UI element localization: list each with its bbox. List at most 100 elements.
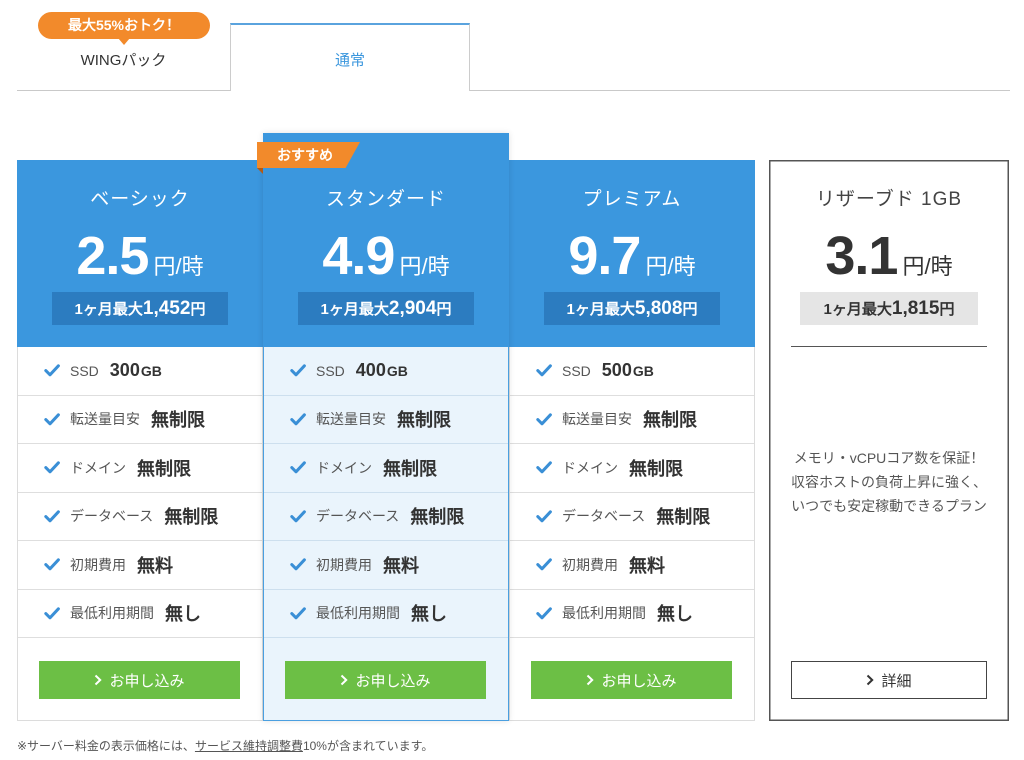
feature-value: 無制限 (643, 410, 697, 431)
check-icon (536, 558, 552, 571)
feature-row-transfer: 転送量目安 無制限 (264, 396, 508, 444)
plan-name: スタンダード (325, 189, 446, 210)
feature-label: ドメイン (70, 459, 126, 476)
feature-row-setup-fee: 初期費用 無料 (264, 541, 508, 590)
monthly-max-badge: 1ヶ月最大 5,808 円 (544, 292, 720, 325)
feature-label: 最低利用期間 (316, 605, 400, 622)
feature-label: 初期費用 (562, 556, 618, 573)
plan-card-standard: おすすめ スタンダード 4.9 円/時 1ヶ月最大 2,904 円 SSD 40… (257, 133, 509, 721)
monthly-suffix: 円 (939, 301, 955, 318)
plan-card-premium: プレミアム 9.7 円/時 1ヶ月最大 5,808 円 SSD 500 GB 転… (509, 160, 755, 721)
plan-header: リザーブド 1GB 3.1 円/時 1ヶ月最大 1,815 円 (769, 160, 1009, 347)
monthly-prefix: 1ヶ月最大 (566, 301, 635, 318)
plan-card-basic: ベーシック 2.5 円/時 1ヶ月最大 1,452 円 SSD 300 GB 転… (17, 160, 263, 721)
feature-list: SSD 400 GB 転送量目安 無制限 ドメイン 無制限 データベース 無制限 (264, 347, 508, 638)
apply-button[interactable]: お申し込み (39, 661, 240, 699)
feature-value: 300 (109, 360, 140, 381)
price: 4.9 円/時 (263, 228, 509, 284)
feature-row-transfer: 転送量目安 無制限 (510, 396, 754, 444)
apply-button[interactable]: お申し込み (285, 661, 486, 699)
feature-value: 400 (355, 360, 386, 381)
tab-normal[interactable]: 通常 (230, 23, 470, 91)
monthly-suffix: 円 (436, 301, 452, 318)
price-value: 3.1 (825, 226, 898, 286)
feature-unit: GB (632, 362, 654, 379)
feature-label: データベース (562, 508, 646, 525)
check-icon (44, 558, 60, 571)
apply-button-label: お申し込み (109, 672, 185, 690)
check-icon (536, 510, 552, 523)
tab-normal-label: 通常 (334, 51, 365, 69)
feature-row-domain: ドメイン 無制限 (18, 444, 262, 493)
feature-row-minimum-term: 最低利用期間 無し (18, 590, 262, 638)
price-footnote: ※サーバー料金の表示価格には、サービス維持調整費10%が含まれています。 (17, 738, 433, 754)
monthly-prefix: 1ヶ月最大 (823, 301, 892, 318)
feature-list: SSD 500 GB 転送量目安 無制限 ドメイン 無制限 データベース 無制限 (510, 347, 754, 638)
feature-value: 無制限 (629, 458, 683, 479)
feature-value: 無し (165, 604, 201, 625)
feature-unit: GB (140, 362, 162, 379)
plan-name: ベーシック (90, 189, 190, 210)
apply-button-label: お申し込み (601, 672, 677, 690)
feature-row-domain: ドメイン 無制限 (510, 444, 754, 493)
feature-label: ドメイン (316, 459, 372, 476)
check-icon (290, 510, 306, 523)
check-icon (290, 413, 306, 426)
service-fee-link[interactable]: サービス維持調整費 (195, 739, 303, 753)
feature-label: 転送量目安 (316, 411, 386, 428)
price: 2.5 円/時 (17, 228, 263, 284)
detail-button-label: 詳細 (881, 672, 912, 690)
feature-value: 無制限 (656, 507, 711, 528)
feature-label: SSD (562, 362, 591, 379)
feature-row-ssd: SSD 400 GB (264, 347, 508, 396)
feature-label: データベース (70, 508, 154, 525)
price-value: 9.7 (568, 226, 641, 286)
feature-label: SSD (70, 362, 99, 379)
price-value: 2.5 (76, 226, 149, 286)
feature-label: 初期費用 (316, 556, 372, 573)
check-icon (44, 607, 60, 620)
plan-header: プレミアム 9.7 円/時 1ヶ月最大 5,808 円 (509, 160, 755, 347)
check-icon (290, 558, 306, 571)
monthly-max-badge: 1ヶ月最大 1,452 円 (52, 292, 228, 325)
feature-value: 無制限 (383, 458, 437, 479)
apply-button[interactable]: お申し込み (531, 661, 732, 699)
price-unit: 円/時 (399, 254, 450, 279)
feature-value: 無し (411, 604, 447, 625)
plan-name: リザーブド 1GB (815, 189, 963, 210)
check-icon (44, 364, 60, 377)
feature-value: 無制限 (410, 507, 465, 528)
plan-name: プレミアム (582, 189, 682, 210)
chevron-right-icon (586, 674, 595, 686)
detail-button[interactable]: 詳細 (791, 661, 987, 699)
feature-list: SSD 300 GB 転送量目安 無制限 ドメイン 無制限 データベース 無制限 (18, 347, 262, 638)
price-value: 4.9 (322, 226, 395, 286)
feature-label: SSD (316, 362, 345, 379)
feature-value: 無料 (629, 555, 665, 576)
monthly-amount: 1,452 (142, 298, 191, 319)
recommended-ribbon: おすすめ (257, 142, 360, 168)
feature-label: 初期費用 (70, 556, 126, 573)
check-icon (290, 461, 306, 474)
check-icon (536, 607, 552, 620)
plan-card-reserved: リザーブド 1GB 3.1 円/時 1ヶ月最大 1,815 円 メモリ・vCPU… (769, 160, 1009, 721)
feature-label: 最低利用期間 (70, 605, 154, 622)
feature-value: 無制限 (164, 507, 219, 528)
feature-value: 無料 (137, 555, 173, 576)
feature-value: 無料 (383, 555, 419, 576)
check-icon (44, 461, 60, 474)
price-unit: 円/時 (902, 254, 953, 279)
check-icon (290, 607, 306, 620)
plan-header: ベーシック 2.5 円/時 1ヶ月最大 1,452 円 (17, 160, 263, 347)
footnote-prefix: ※サーバー料金の表示価格には、 (17, 739, 195, 753)
feature-row-database: データベース 無制限 (510, 493, 754, 541)
ribbon-fold (257, 168, 263, 174)
pricing-page: 最大55%おトク！ WINGパック 通常 ベーシック 2.5 円/時 1ヶ月最大… (0, 0, 1024, 760)
price-unit: 円/時 (645, 254, 696, 279)
feature-row-transfer: 転送量目安 無制限 (18, 396, 262, 444)
price: 3.1 円/時 (769, 228, 1009, 284)
feature-row-minimum-term: 最低利用期間 無し (510, 590, 754, 638)
tab-wing-pack-label: WINGパック (80, 51, 167, 69)
feature-row-ssd: SSD 300 GB (18, 347, 262, 396)
feature-row-setup-fee: 初期費用 無料 (510, 541, 754, 590)
